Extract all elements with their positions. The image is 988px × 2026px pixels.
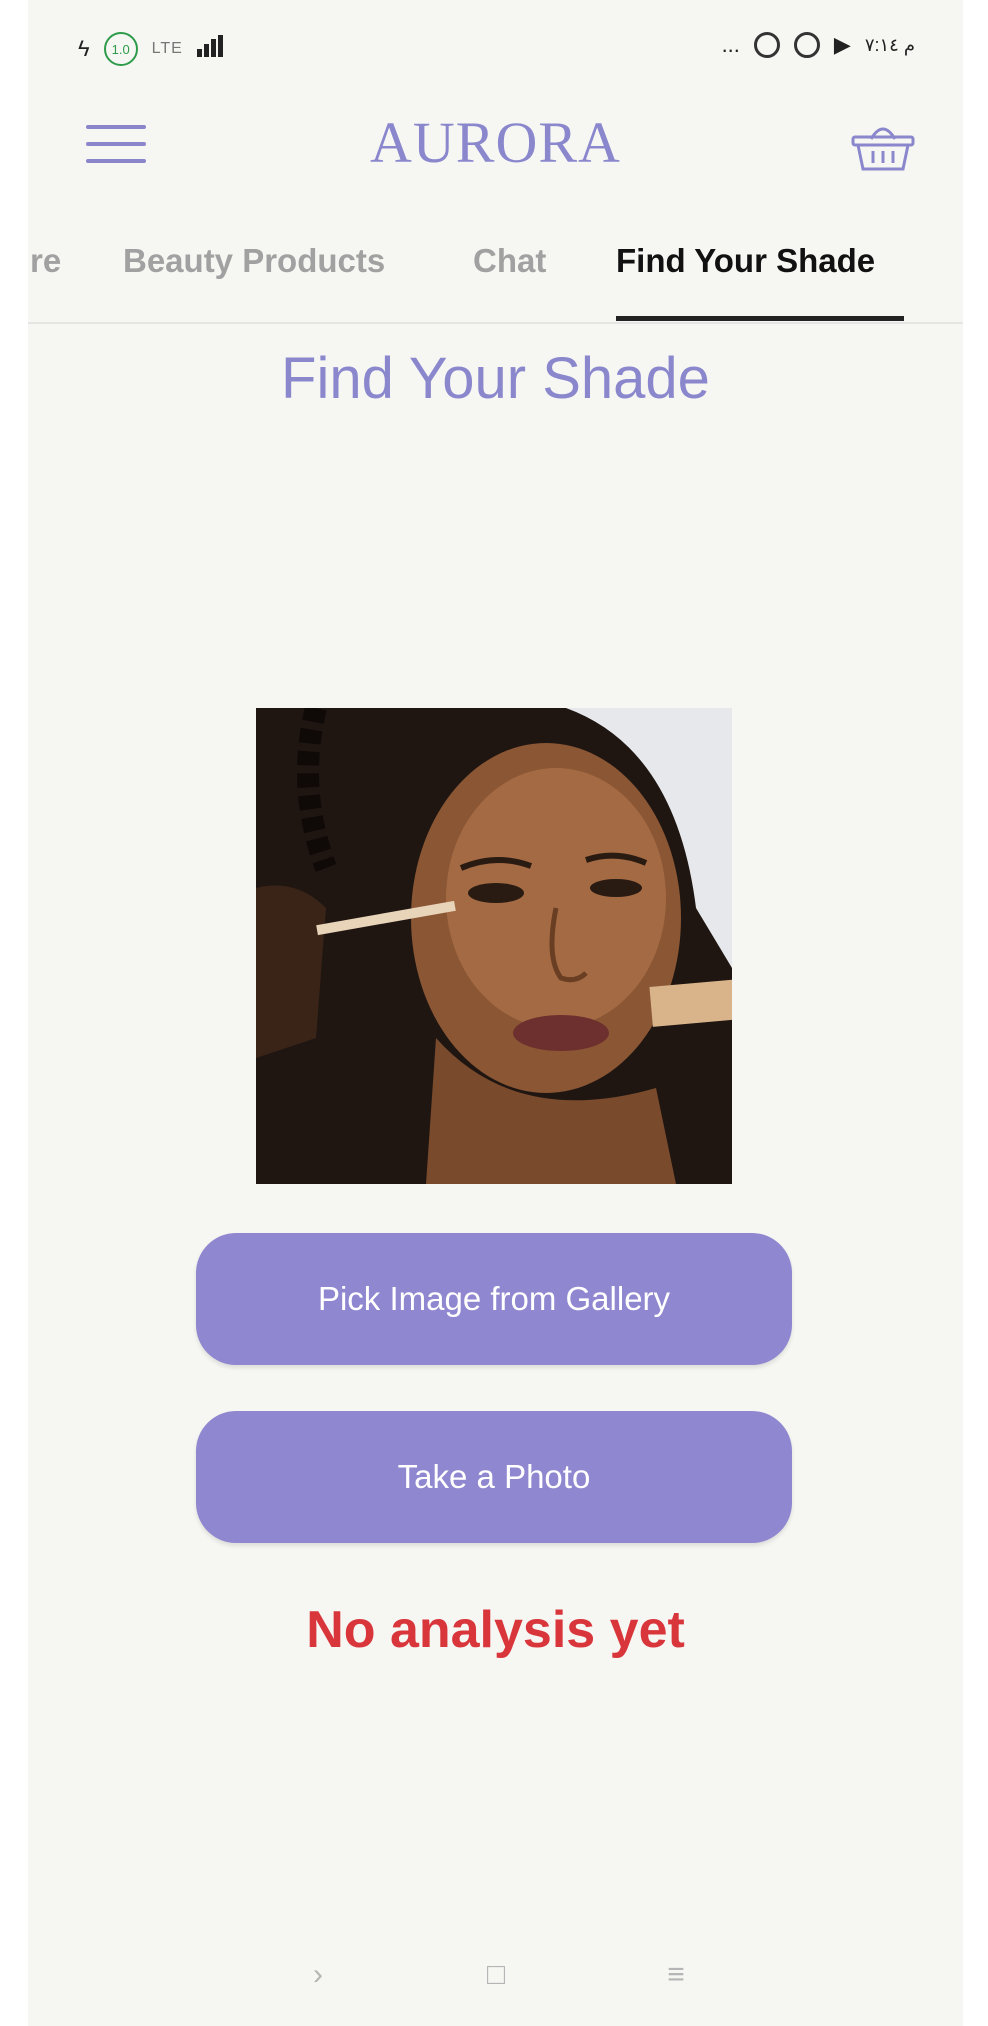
more-dots: ...	[721, 32, 740, 57]
recents-nav-icon[interactable]: ≡	[656, 1955, 696, 1995]
system-nav-bar: › □ ≡	[28, 1945, 963, 2005]
analysis-status: No analysis yet	[306, 1601, 685, 1659]
tab-beauty-products[interactable]: Beauty Products	[123, 242, 385, 280]
page-title: Find Your Shade	[281, 346, 710, 411]
active-tab-indicator	[616, 316, 904, 321]
status-bar: ϟ 1.0 LTE ... ▶ م ٧:١٤	[28, 22, 963, 82]
home-nav-icon[interactable]: □	[476, 1955, 516, 1995]
tab-bar: re Beauty Products Chat Find Your Shade	[28, 230, 963, 324]
tab-find-your-shade[interactable]: Find Your Shade	[616, 242, 875, 280]
clock: م ٧:١٤	[864, 34, 915, 55]
bolt-icon: ϟ	[78, 36, 90, 61]
app-header: AURORA	[28, 95, 963, 195]
app-screen: ϟ 1.0 LTE ... ▶ م ٧:١٤ AURORA re Beauty …	[28, 0, 963, 2026]
basket-icon[interactable]	[849, 115, 917, 175]
data-badge: 1.0	[103, 32, 138, 66]
tab-partial[interactable]: re	[30, 242, 61, 280]
signal-icon	[196, 35, 223, 63]
tab-chat[interactable]: Chat	[473, 242, 546, 280]
status-right: ... ▶ م ٧:١٤	[722, 32, 915, 58]
play-icon: ▶	[833, 32, 851, 57]
status-left: ϟ 1.0 LTE	[78, 32, 223, 66]
take-photo-button[interactable]: Take a Photo	[196, 1411, 792, 1543]
app-notification-icon-2	[793, 32, 820, 58]
brand-logo: AURORA	[370, 110, 621, 175]
face-photo	[256, 708, 732, 1184]
network-type: LTE	[151, 40, 183, 57]
back-nav-icon[interactable]: ›	[298, 1955, 338, 1995]
pick-image-button[interactable]: Pick Image from Gallery	[196, 1233, 792, 1365]
app-notification-icon	[753, 32, 780, 58]
